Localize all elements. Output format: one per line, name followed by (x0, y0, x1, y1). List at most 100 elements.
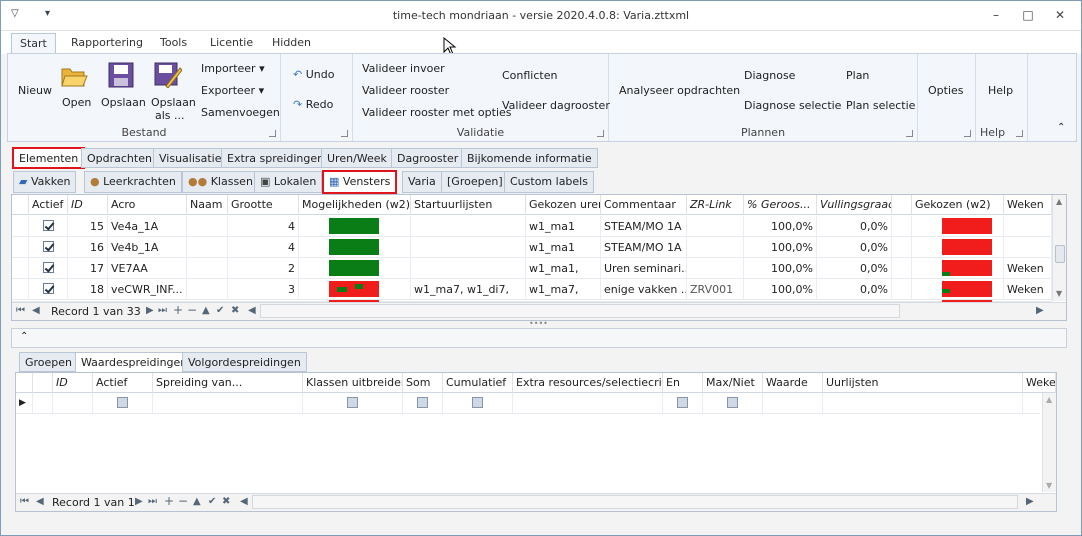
minimize-button[interactable]: – (985, 6, 1007, 24)
tab-dagrooster[interactable]: Dagrooster (391, 148, 465, 168)
cell-pct[interactable]: 100,0% (744, 258, 817, 279)
maximize-button[interactable]: □ (1017, 6, 1039, 24)
help-launcher-icon[interactable] (1016, 130, 1023, 137)
importeer-button[interactable]: Importeer ▾ (201, 62, 265, 75)
close-button[interactable]: ✕ (1049, 6, 1071, 24)
prev-record2-icon[interactable]: ◀ (36, 496, 44, 507)
save-record-icon[interactable]: ✔ (216, 305, 224, 316)
col2-waarde[interactable]: Waarde (763, 373, 823, 393)
tab-custom-labels[interactable]: Custom labels (504, 171, 594, 193)
cell-gekozen[interactable]: w1_ma7, (526, 279, 601, 300)
col-acro[interactable]: Acro (108, 195, 187, 215)
conflicten-button[interactable]: Conflicten (502, 69, 557, 82)
delete-record-icon[interactable]: − (187, 303, 197, 317)
tab-opdrachten[interactable]: Opdrachten (81, 148, 158, 168)
col2-uurlijsten[interactable]: Uurlijsten (823, 373, 1023, 393)
tab-tools[interactable]: Tools (152, 33, 195, 54)
plan-selectie-button[interactable]: Plan selectie (846, 99, 915, 112)
diagnose-selectie-button[interactable]: Diagnose selectie (744, 99, 841, 112)
col2-en[interactable]: En (663, 373, 703, 393)
col-actief[interactable]: Actief (29, 195, 68, 215)
splitter-handle[interactable]: •••• (529, 319, 548, 328)
cell-gekozen[interactable]: w1_ma1 (526, 237, 601, 258)
scroll2-left-icon[interactable]: ◀ (240, 496, 248, 507)
cell-zr-link[interactable] (687, 258, 744, 279)
diagnose-button[interactable]: Diagnose (744, 69, 795, 82)
col2-max-niet[interactable]: Max/Niet (703, 373, 763, 393)
cell-vul[interactable]: 0,0% (817, 216, 892, 237)
cell-mogelijkheden[interactable] (299, 258, 411, 279)
opties-launcher-icon[interactable] (964, 130, 971, 137)
cell-vul[interactable]: 0,0% (817, 237, 892, 258)
cell-id[interactable]: 15 (68, 216, 108, 237)
valideer-rooster-button[interactable]: Valideer rooster (362, 84, 449, 97)
cell-acro[interactable]: Ve4b_1A (108, 237, 187, 258)
valideer-dagrooster-button[interactable]: Valideer dagrooster (502, 99, 610, 112)
validatie-launcher-icon[interactable] (597, 130, 604, 137)
tab-start[interactable]: Start (11, 33, 56, 54)
valideer-invoer-button[interactable]: Valideer invoer (362, 62, 445, 75)
grid2-vertical-scrollbar[interactable]: ▲ ▼ (1042, 393, 1056, 492)
cell-start[interactable] (411, 237, 526, 258)
cumulatief-checkbox[interactable] (472, 397, 483, 408)
cell-acro[interactable]: VE7AA (108, 258, 187, 279)
cell-weken[interactable]: Weken (1004, 279, 1052, 300)
opties-button[interactable]: Opties (928, 84, 964, 97)
bestand-launcher-icon[interactable] (269, 130, 276, 137)
col-weken[interactable]: Weken (1004, 195, 1052, 215)
cell-gekozen-w2[interactable] (912, 258, 1004, 279)
col-vullingsgraad[interactable]: Vullingsgraad (817, 195, 892, 215)
prev-record-icon[interactable]: ◀ (32, 305, 40, 316)
help-button[interactable]: Help (988, 84, 1013, 97)
cell-id[interactable]: 16 (68, 237, 108, 258)
grid2-new-row[interactable]: ▶ (16, 393, 1040, 414)
cell-grootte[interactable]: 3 (228, 279, 299, 300)
valideer-rooster-opties-button[interactable]: Valideer rooster met opties (362, 106, 512, 119)
tab-bijkomende-informatie[interactable]: Bijkomende informatie (461, 148, 598, 168)
collapse-panel-icon[interactable]: ⌃ (20, 331, 28, 342)
tab-waardespreidingen[interactable]: Waardespreidingen (75, 352, 194, 372)
col-startuurlijsten[interactable]: Startuurlijsten (411, 195, 526, 215)
cell-id[interactable]: 18 (68, 279, 108, 300)
cell-start[interactable] (411, 216, 526, 237)
exporteer-button[interactable]: Exporteer ▾ (201, 84, 264, 97)
nieuw-button[interactable]: Nieuw (18, 84, 52, 97)
cell-acro[interactable]: veCWR_INF... (108, 279, 187, 300)
cell-gekozen[interactable]: w1_ma1 (526, 216, 601, 237)
col2-id[interactable]: ID (53, 373, 93, 393)
tab-lokalen[interactable]: ▣ Lokalen (254, 171, 323, 193)
tab-volgordespreidingen[interactable]: Volgordespreidingen (182, 352, 307, 372)
tab-elementen[interactable]: Elementen (11, 147, 86, 169)
table-row[interactable]: 16 Ve4b_1A 4 w1_ma1 STEAM/MO 1A 100,0% 0,0% (12, 237, 1052, 258)
cell-zr-link[interactable] (687, 216, 744, 237)
opslaan-button[interactable]: Opslaan (101, 96, 146, 109)
cell-gekozen-w2[interactable] (912, 216, 1004, 237)
tab-lower-groepen[interactable]: Groepen (19, 352, 79, 372)
opslaan-als-button[interactable]: Opslaan (151, 96, 196, 109)
cell-zr-link[interactable]: ZRV001 (687, 279, 744, 300)
cell-weken[interactable] (1004, 216, 1052, 237)
cell-gekozen[interactable]: w1_ma1, (526, 258, 601, 279)
samenvoegen-button[interactable]: Samenvoegen (201, 106, 280, 119)
tab-varia[interactable]: Varia (402, 171, 442, 193)
add-record2-icon[interactable]: + (164, 494, 174, 508)
scroll-right-icon[interactable]: ▶ (1036, 305, 1044, 316)
col-mogelijkheden[interactable]: Mogelijkheden (w2) (299, 195, 411, 215)
analyseer-opdrachten-button[interactable]: Analyseer opdrachten (619, 84, 740, 97)
cell-commentaar[interactable]: STEAM/MO 1A (601, 216, 687, 237)
tab-licentie[interactable]: Licentie (202, 33, 261, 54)
cell-grootte[interactable]: 2 (228, 258, 299, 279)
cell-pct[interactable]: 100,0% (744, 216, 817, 237)
grid2-horizontal-scrollbar[interactable] (252, 495, 1018, 509)
last-record2-icon[interactable]: ⏭ (148, 496, 157, 507)
col2-actief[interactable]: Actief (93, 373, 153, 393)
tab-extra-spreidingen[interactable]: Extra spreidingen (221, 148, 331, 168)
edit-record-icon[interactable]: ▲ (202, 305, 210, 316)
cell-mogelijkheden[interactable] (299, 216, 411, 237)
cell-gekozen-w2[interactable] (912, 237, 1004, 258)
edit-record2-icon[interactable]: ▲ (193, 496, 201, 507)
cell-id[interactable]: 17 (68, 258, 108, 279)
table-row[interactable]: 18 veCWR_INF... 3 w1_ma7, w1_di7, w1_ma7, eni… (12, 279, 1052, 300)
last-record-icon[interactable]: ⏭ (158, 305, 167, 316)
max-niet-checkbox[interactable] (727, 397, 738, 408)
